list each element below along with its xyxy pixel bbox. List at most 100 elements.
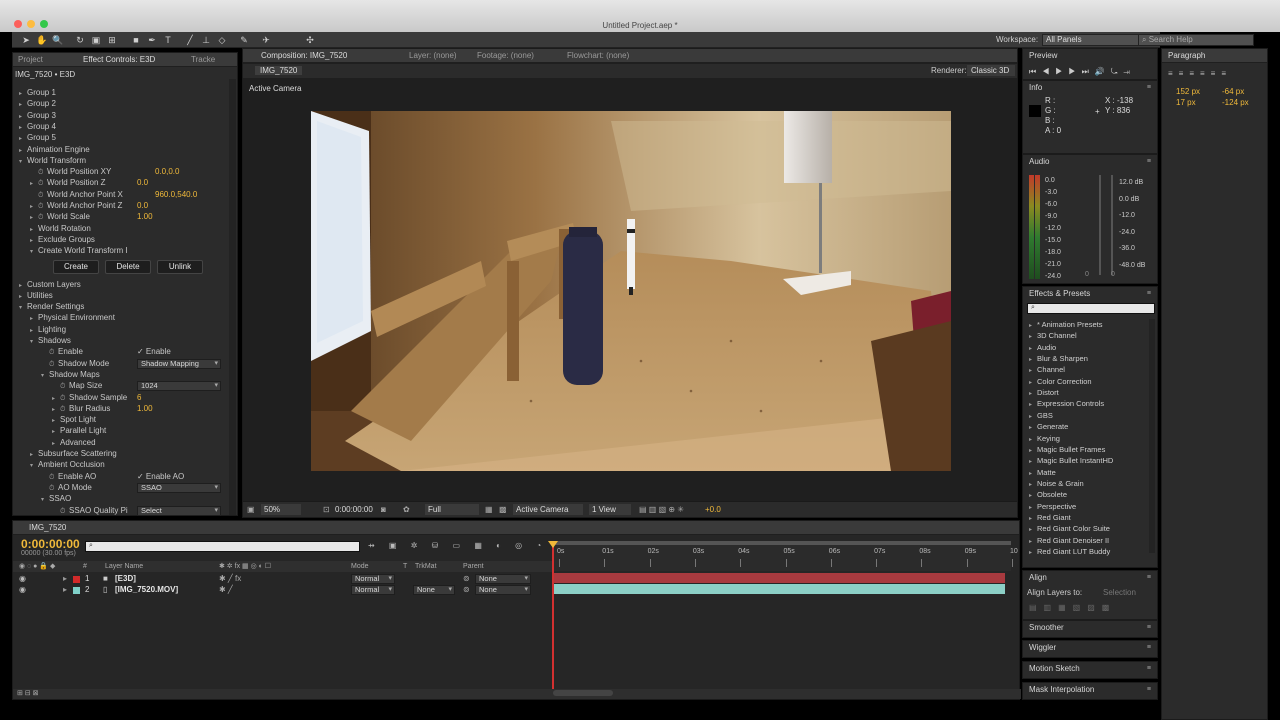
camera-select[interactable]: Active Camera xyxy=(513,504,583,515)
space-before-value[interactable]: -64 px xyxy=(1222,87,1244,96)
time-ruler[interactable]: 0s 01s 02s 03s 04s 05s 06s 07s 08s 09s 10 xyxy=(553,541,1018,571)
color-channel-icon[interactable]: ✿ xyxy=(403,505,410,514)
effect-property-row[interactable]: ▸ ⏱ World Position Z xyxy=(30,177,106,188)
effect-property-row[interactable]: ▸ Group 5 xyxy=(19,132,56,143)
zoom-select[interactable]: 50% xyxy=(261,504,301,515)
effect-dropdown[interactable]: Select xyxy=(137,505,221,516)
playhead-handle[interactable] xyxy=(548,541,558,548)
effect-dropdown[interactable]: Shadow Mapping xyxy=(137,358,221,369)
collapsed-triangle-icon[interactable]: ▸ xyxy=(1029,548,1037,559)
timeline-footer-icons[interactable]: ⊞ ⊟ ⊠ xyxy=(17,689,39,697)
effect-property-row[interactable]: ▸ Lighting xyxy=(30,324,66,335)
effect-property-row[interactable]: ⏱ Map Size xyxy=(52,380,102,391)
effect-property-row[interactable]: ⏱ AO Mode xyxy=(41,482,92,493)
effect-property-row[interactable]: ▸ Group 2 xyxy=(19,98,56,109)
eraser-tool-icon[interactable]: ◇ xyxy=(216,34,228,46)
search-help-input[interactable]: ⌕ Search Help xyxy=(1138,34,1254,46)
pickwhip-icon[interactable]: ⊚ xyxy=(463,585,470,594)
unlink-button[interactable]: Unlink xyxy=(157,259,203,274)
layer-name[interactable]: [IMG_7520.MOV] xyxy=(115,585,178,594)
effects-category[interactable]: ▸ 3D Channel xyxy=(1029,330,1077,341)
panel-menu-icon[interactable]: ≡ xyxy=(1147,84,1151,91)
zoom-slider[interactable] xyxy=(553,690,613,696)
tab-footage[interactable]: Footage: (none) xyxy=(477,51,534,60)
panel-menu-icon[interactable]: ≡ xyxy=(1147,665,1151,672)
type-tool-icon[interactable]: T xyxy=(162,34,174,46)
safe-area-icon[interactable]: ⊡ xyxy=(323,505,330,514)
hand-tool-icon[interactable]: ✋ xyxy=(36,34,48,46)
tab-composition[interactable]: Composition: IMG_7520 xyxy=(261,51,347,60)
delete-button[interactable]: Delete xyxy=(105,259,151,274)
effects-category[interactable]: ▸ Blur & Sharpen xyxy=(1029,353,1088,364)
effect-property-row[interactable]: ▸ Custom Layers xyxy=(19,279,81,290)
effect-property-row[interactable]: ▸ Group 4 xyxy=(19,121,56,132)
effect-property-row[interactable]: ▸ Animation Engine xyxy=(19,144,90,155)
views-select[interactable]: 1 View xyxy=(589,504,631,515)
effects-category[interactable]: ▸ Audio xyxy=(1029,342,1056,353)
effects-search-input[interactable]: ⌕ xyxy=(1027,303,1155,314)
expanded-triangle-icon[interactable]: ▾ xyxy=(41,371,49,382)
region-of-interest-icon[interactable]: ▦ xyxy=(485,505,493,514)
parent-select[interactable]: None xyxy=(475,585,531,595)
paragraph-align-buttons[interactable]: ≡≡≡≡≡≡ xyxy=(1168,69,1232,78)
clone-stamp-tool-icon[interactable]: ⊥ xyxy=(200,34,212,46)
always-preview-icon[interactable]: ▣ xyxy=(247,505,255,514)
effects-category[interactable]: ▸ Noise & Grain xyxy=(1029,478,1084,489)
effect-property-row[interactable]: ▸ Advanced xyxy=(52,437,96,448)
effects-category[interactable]: ▸ Generate xyxy=(1029,421,1068,432)
collapsed-triangle-icon[interactable]: ▸ xyxy=(63,574,67,583)
effect-property-row[interactable]: ▸ Utilities xyxy=(19,290,53,301)
panel-menu-icon[interactable]: ≡ xyxy=(1147,644,1151,651)
effects-category[interactable]: ▸ Obsolete xyxy=(1029,489,1067,500)
work-area-bar[interactable] xyxy=(553,541,1011,545)
roto-brush-tool-icon[interactable]: ✎ xyxy=(238,34,250,46)
effect-property-row[interactable]: ▾ Shadow Maps xyxy=(41,369,100,380)
effect-dropdown[interactable]: SSAO xyxy=(137,482,221,493)
effect-property-row[interactable]: ▸ Physical Environment xyxy=(30,312,115,323)
effect-property-row[interactable]: ▸ World Rotation xyxy=(30,223,91,234)
track-matte-select[interactable]: None xyxy=(413,585,455,595)
current-time[interactable]: 0:00:00:00 xyxy=(335,504,375,515)
effect-property-row[interactable]: ⏱ Enable xyxy=(41,346,83,357)
puppet-pin-tool-icon[interactable]: ✈ xyxy=(260,34,272,46)
camera-tool-icon[interactable]: ▣ xyxy=(90,34,102,46)
layer-name[interactable]: [E3D] xyxy=(115,574,136,583)
timeline-search-input[interactable]: ⌕ xyxy=(85,541,360,552)
expanded-triangle-icon[interactable]: ▾ xyxy=(30,337,38,348)
layer-switch-icons[interactable]: ✱ ╱ fx xyxy=(219,574,241,583)
rotate-tool-icon[interactable]: ↻ xyxy=(74,34,86,46)
panel-menu-icon[interactable]: ≡ xyxy=(1147,624,1151,631)
effects-category[interactable]: ▸ Red Giant Color Suite xyxy=(1029,523,1110,534)
parent-select[interactable]: None xyxy=(475,574,531,584)
blend-mode-select[interactable]: Normal xyxy=(351,574,395,584)
effects-category[interactable]: ▸ Distort xyxy=(1029,387,1059,398)
effect-property-row[interactable]: ▾ World Transform xyxy=(19,155,86,166)
panel-menu-icon[interactable]: ≡ xyxy=(1147,158,1151,165)
effect-property-row[interactable]: ▸ Parallel Light xyxy=(52,425,106,436)
eye-icon[interactable]: ◉ xyxy=(19,574,26,583)
timeline-layer-row[interactable]: ◉ ▸ 2 ▯ [IMG_7520.MOV] ✱ ╱ Normal None ⊚ None xyxy=(13,584,553,595)
panel-menu-icon[interactable]: ≡ xyxy=(1147,574,1151,581)
effects-category[interactable]: ▸ Expression Controls xyxy=(1029,398,1104,409)
effects-category[interactable]: ▸ Channel xyxy=(1029,364,1065,375)
preview-controls[interactable]: ⏮◀▶▶⏭🔊⤿⇥ xyxy=(1029,67,1136,77)
effect-property-row[interactable]: ▾ Ambient Occlusion xyxy=(30,459,105,470)
effect-property-row[interactable]: ⏱ World Position XY xyxy=(30,166,111,177)
effect-property-row[interactable]: ▾ Shadows xyxy=(30,335,71,346)
transparency-grid-icon[interactable]: ▩ xyxy=(499,505,507,514)
expanded-triangle-icon[interactable]: ▾ xyxy=(19,303,27,314)
toggle-pixel-aspect-icon[interactable]: ▤ ▥ ▧ ⊕ ✳ xyxy=(639,505,684,514)
rectangle-tool-icon[interactable]: ■ xyxy=(130,34,142,46)
brush-tool-icon[interactable]: ╱ xyxy=(184,34,196,46)
tab-effect-controls[interactable]: Effect Controls: E3D xyxy=(83,55,155,64)
effect-property-row[interactable]: ▸ ⏱ World Anchor Point Z xyxy=(30,200,122,211)
effects-category[interactable]: ▸ Magic Bullet InstantHD xyxy=(1029,455,1113,466)
effect-property-value[interactable]: 0.0 xyxy=(137,200,148,211)
effect-property-row[interactable]: ⏱ SSAO Quality Pi xyxy=(52,505,128,516)
effect-property-row[interactable]: ⏱ Enable AO xyxy=(41,471,96,482)
effect-property-row[interactable]: ▾ Create World Transform I xyxy=(30,245,128,256)
expanded-triangle-icon[interactable]: ▾ xyxy=(30,247,38,258)
tab-project[interactable]: Project xyxy=(18,55,43,64)
effects-scrollbar[interactable] xyxy=(1149,319,1155,553)
effect-property-value[interactable]: 6 xyxy=(137,392,141,403)
